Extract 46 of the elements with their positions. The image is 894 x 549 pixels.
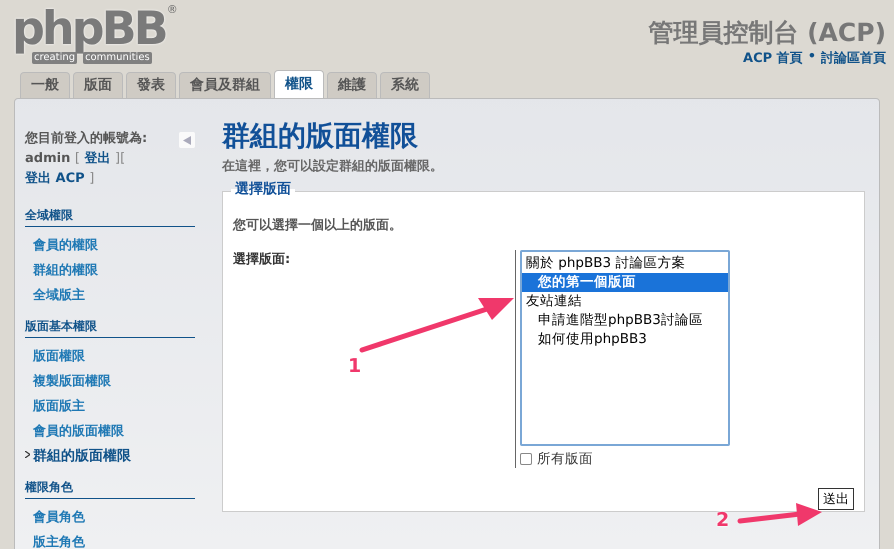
menu-section-title: 權限角色 <box>25 479 195 499</box>
menu-link[interactable]: 群組的版面權限 <box>33 448 131 464</box>
fieldset-legend: 選擇版面 <box>231 180 295 198</box>
menu-section-title: 全域權限 <box>25 207 195 227</box>
menu-link[interactable]: 會員角色 <box>33 510 85 525</box>
annotation-number: 2 <box>716 509 730 531</box>
logout-link[interactable]: 登出 <box>84 151 110 166</box>
nav-tab[interactable]: 一般 <box>20 72 70 98</box>
nav-tab[interactable]: 版面 <box>73 72 123 98</box>
hint-text: 您可以選擇一個以上的版面。 <box>233 217 403 234</box>
acp-home-link[interactable]: ACP 首頁 <box>743 49 803 67</box>
menu-link[interactable]: 全域版主 <box>33 288 85 303</box>
menu-link[interactable]: 複製版面權限 <box>33 374 111 389</box>
forum-option[interactable]: 關於 phpBB3 討論區方案 <box>522 254 728 273</box>
nav-tab[interactable]: 會員及群組 <box>179 72 271 98</box>
menu-link[interactable]: 會員的版面權限 <box>33 424 124 439</box>
menu-link[interactable]: 群組的權限 <box>33 263 98 278</box>
forum-home-link[interactable]: 討論區首頁 <box>821 49 886 67</box>
field-label: 選擇版面: <box>233 251 292 268</box>
menu-section-title: 版面基本權限 <box>25 318 195 338</box>
left-triangle-icon <box>183 136 191 144</box>
logout-link[interactable]: 登出 ACP <box>25 171 85 186</box>
nav-tab[interactable]: 發表 <box>126 72 176 98</box>
nav-tab[interactable]: 維護 <box>327 72 377 98</box>
forum-option[interactable]: 申請進階型phpBB3討論區 <box>522 311 728 330</box>
checkbox[interactable] <box>520 453 532 465</box>
panel-title: 管理員控制台 (ACP) <box>648 17 886 49</box>
page-description: 在這裡，您可以設定群組的版面權限。 <box>222 158 444 175</box>
nav-tab[interactable]: 權限 <box>274 70 324 98</box>
menu-link[interactable]: 版面版主 <box>33 399 85 414</box>
submit-button[interactable]: 送出 <box>818 488 854 510</box>
forum-option[interactable]: 您的第一個版面 <box>522 273 728 292</box>
annotation-number: 1 <box>348 355 362 377</box>
menu-link[interactable]: 版面權限 <box>33 349 85 364</box>
forum-option[interactable]: 如何使用phpBB3 <box>522 330 728 349</box>
checkbox-label: 所有版面 <box>537 450 593 468</box>
collapse-button[interactable] <box>179 132 195 148</box>
forum-option[interactable]: 友站連結 <box>522 292 728 311</box>
phpbb-logo: phpBB$^{®}$ creating communities <box>12 4 178 64</box>
page-heading: 群組的版面權限 <box>222 118 419 154</box>
login-info: 您目前登入的帳號為: admin [ 登出 ][ 登出 ACP ] <box>25 130 148 188</box>
menu-link[interactable]: 會員的權限 <box>33 238 98 253</box>
nav-tab[interactable]: 系統 <box>380 72 430 98</box>
separator-dot: • <box>808 49 816 66</box>
menu-link[interactable]: 版主角色 <box>33 535 85 549</box>
forum-listbox[interactable]: 關於 phpBB3 討論區方案 您的第一個版面 友站連結 申請進階型phpBB3討論區 如何使用phpBB3 <box>520 250 730 446</box>
